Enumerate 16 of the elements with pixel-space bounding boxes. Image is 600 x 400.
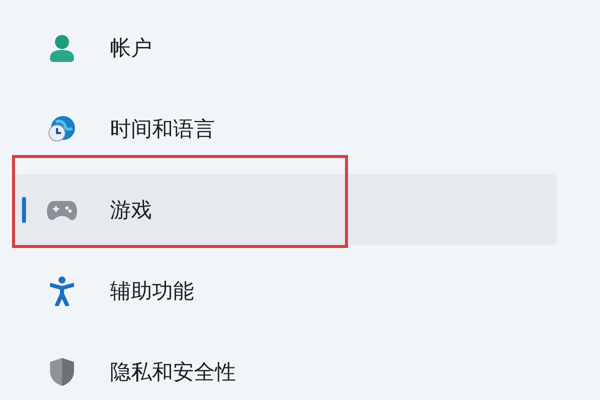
sidebar-item[interactable]: 隐私和安全性 — [12, 336, 557, 400]
globe-clock-icon — [47, 114, 77, 144]
item-label: 辅助功能 — [110, 278, 194, 304]
sidebar-item[interactable]: 辅助功能 — [12, 255, 557, 326]
shield-icon — [49, 356, 75, 386]
item-label: 隐私和安全性 — [110, 358, 236, 386]
sidebar-item[interactable]: 游戏 — [12, 174, 557, 245]
item-label: 游戏 — [110, 196, 152, 224]
person-icon — [49, 34, 75, 62]
accessibility-icon — [50, 276, 74, 306]
selection-indicator — [22, 197, 26, 223]
sidebar-item[interactable]: 时间和语言 — [12, 93, 557, 164]
sidebar-item[interactable]: 帐户 — [12, 12, 557, 83]
item-label: 帐户 — [110, 34, 152, 62]
gamepad-icon — [47, 198, 77, 220]
item-label: 时间和语言 — [110, 116, 215, 142]
